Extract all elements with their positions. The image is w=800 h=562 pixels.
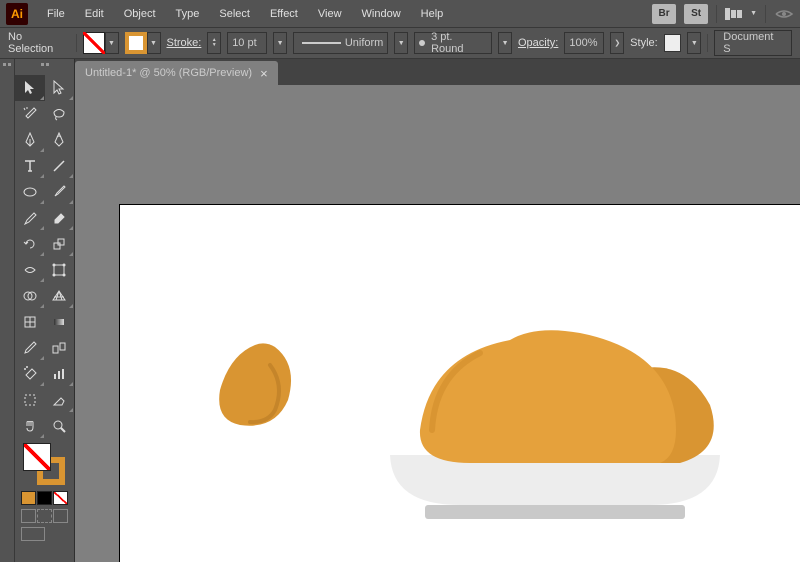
- stroke-weight-field[interactable]: 10 pt: [227, 32, 267, 54]
- artwork: [120, 205, 800, 562]
- menu-window[interactable]: Window: [353, 4, 410, 24]
- swatch-orange[interactable]: [21, 491, 36, 505]
- shaper-tool[interactable]: [15, 205, 45, 231]
- document-setup-button[interactable]: Document S: [714, 30, 792, 56]
- separator: [765, 5, 766, 23]
- opacity-label[interactable]: Opacity:: [518, 37, 558, 49]
- gpu-preview-icon[interactable]: [774, 6, 794, 22]
- swatch-black[interactable]: [37, 491, 52, 505]
- stroke-dropdown-icon[interactable]: ▼: [147, 32, 161, 54]
- zoom-tool[interactable]: [45, 413, 75, 439]
- canvas-viewport[interactable]: [75, 85, 800, 562]
- swatch-row-2: [15, 507, 74, 525]
- style-swatch[interactable]: [664, 34, 682, 52]
- app-logo: Ai: [6, 3, 28, 25]
- fill-indicator[interactable]: [23, 443, 51, 471]
- eraser-tool[interactable]: [45, 205, 75, 231]
- style-dropdown-icon[interactable]: ▼: [687, 32, 701, 54]
- separator: [707, 34, 708, 52]
- stroke-profile-select[interactable]: Uniform: [293, 32, 388, 54]
- free-transform-tool[interactable]: [45, 257, 75, 283]
- column-graph-tool[interactable]: [45, 361, 75, 387]
- rotate-tool[interactable]: [15, 231, 45, 257]
- fill-dropdown-icon[interactable]: ▼: [105, 32, 119, 54]
- separator: [716, 5, 717, 23]
- paintbrush-tool[interactable]: [45, 179, 75, 205]
- opacity-dropdown-icon[interactable]: ❯: [610, 32, 624, 54]
- opacity-field[interactable]: 100%: [564, 32, 604, 54]
- artboard[interactable]: [120, 205, 800, 562]
- magic-wand-tool[interactable]: [15, 101, 45, 127]
- document-tab[interactable]: Untitled-1* @ 50% (RGB/Preview) ×: [75, 61, 278, 85]
- selection-tool[interactable]: [15, 75, 45, 101]
- tab-handle-icon: [2, 63, 12, 71]
- line-preview: [302, 42, 341, 44]
- fill-stroke-indicator[interactable]: [15, 439, 74, 489]
- workspace: Untitled-1* @ 50% (RGB/Preview) ×: [75, 59, 800, 562]
- toolbar-collapse-column[interactable]: [0, 59, 15, 562]
- shape-builder-tool[interactable]: [15, 283, 45, 309]
- menu-bar: Ai File Edit Object Type Select Effect V…: [0, 0, 800, 27]
- lasso-tool[interactable]: [45, 101, 75, 127]
- bridge-icon[interactable]: Br: [652, 4, 676, 24]
- stroke-label[interactable]: Stroke:: [167, 37, 202, 49]
- menu-file[interactable]: File: [38, 4, 74, 24]
- stroke-weight-stepper[interactable]: ▲▼: [207, 32, 221, 54]
- width-tool[interactable]: [15, 257, 45, 283]
- swatch-none[interactable]: [53, 491, 68, 505]
- stroke-swatch[interactable]: [125, 32, 147, 54]
- direct-selection-tool[interactable]: [45, 75, 75, 101]
- document-tabs: Untitled-1* @ 50% (RGB/Preview) ×: [75, 59, 800, 85]
- perspective-grid-tool[interactable]: [45, 283, 75, 309]
- swatch-row-1: [15, 489, 74, 507]
- line-segment-tool[interactable]: [45, 153, 75, 179]
- selection-status: No Selection: [8, 31, 70, 55]
- pen-tool[interactable]: [15, 127, 45, 153]
- control-bar: No Selection ▼ ▼ Stroke: ▲▼ 10 pt ▼ Unif…: [0, 27, 800, 59]
- tools-panel: [15, 59, 75, 562]
- tab-title: Untitled-1* @ 50% (RGB/Preview): [85, 67, 252, 79]
- ellipse-tool[interactable]: [15, 179, 45, 205]
- tools-handle-icon[interactable]: [40, 63, 50, 71]
- arrange-dropdown-icon[interactable]: ▼: [750, 10, 757, 17]
- close-tab-icon[interactable]: ×: [260, 66, 268, 81]
- screen-mode-row: [15, 525, 74, 543]
- draw-normal[interactable]: [21, 509, 36, 523]
- draw-behind[interactable]: [37, 509, 52, 523]
- curvature-tool[interactable]: [45, 127, 75, 153]
- screen-mode-button[interactable]: [21, 527, 45, 541]
- stock-icon[interactable]: St: [684, 4, 708, 24]
- separator: [76, 34, 77, 52]
- menu-select[interactable]: Select: [210, 4, 259, 24]
- menu-object[interactable]: Object: [115, 4, 165, 24]
- hand-tool[interactable]: [15, 413, 45, 439]
- type-tool[interactable]: [15, 153, 45, 179]
- menu-view[interactable]: View: [309, 4, 351, 24]
- menu-type[interactable]: Type: [167, 4, 209, 24]
- menu-effect[interactable]: Effect: [261, 4, 307, 24]
- arrange-documents-icon[interactable]: [725, 8, 742, 20]
- slice-tool[interactable]: [45, 387, 75, 413]
- stroke-profile-dropdown-icon[interactable]: ▼: [394, 32, 408, 54]
- brush-dropdown-icon[interactable]: ▼: [498, 32, 512, 54]
- symbol-sprayer-tool[interactable]: [15, 361, 45, 387]
- blend-tool[interactable]: [45, 335, 75, 361]
- mesh-tool[interactable]: [15, 309, 45, 335]
- stroke-weight-dropdown-icon[interactable]: ▼: [273, 32, 287, 54]
- brush-dot-icon: [419, 40, 425, 46]
- brush-select[interactable]: 3 pt. Round: [414, 32, 492, 54]
- menu-help[interactable]: Help: [412, 4, 453, 24]
- eyedropper-tool[interactable]: [15, 335, 45, 361]
- artboard-tool[interactable]: [15, 387, 45, 413]
- scale-tool[interactable]: [45, 231, 75, 257]
- draw-inside[interactable]: [53, 509, 68, 523]
- fill-swatch[interactable]: [83, 32, 105, 54]
- style-label: Style:: [630, 37, 658, 49]
- menu-edit[interactable]: Edit: [76, 4, 113, 24]
- gradient-tool[interactable]: [45, 309, 75, 335]
